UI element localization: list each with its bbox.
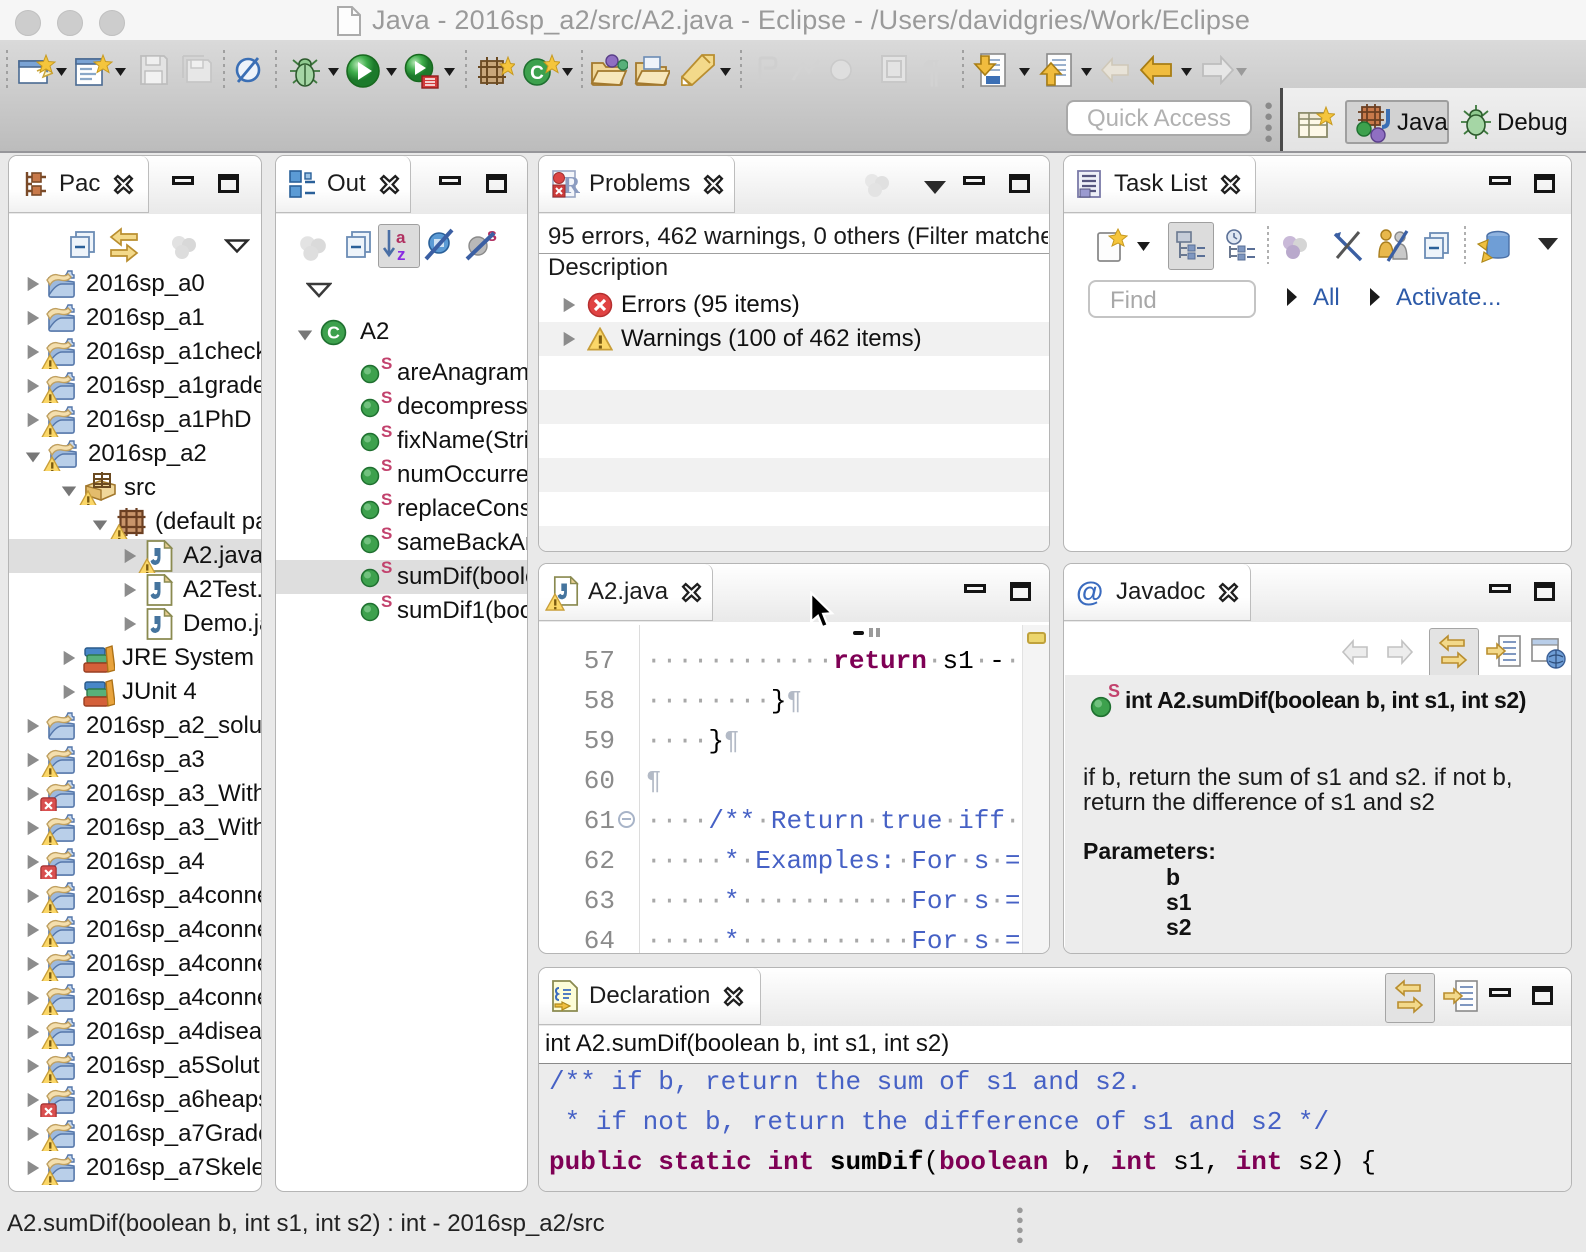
svg-text:z: z [397, 245, 406, 262]
svg-text:C: C [530, 63, 544, 84]
svg-text:R: R [563, 173, 580, 199]
